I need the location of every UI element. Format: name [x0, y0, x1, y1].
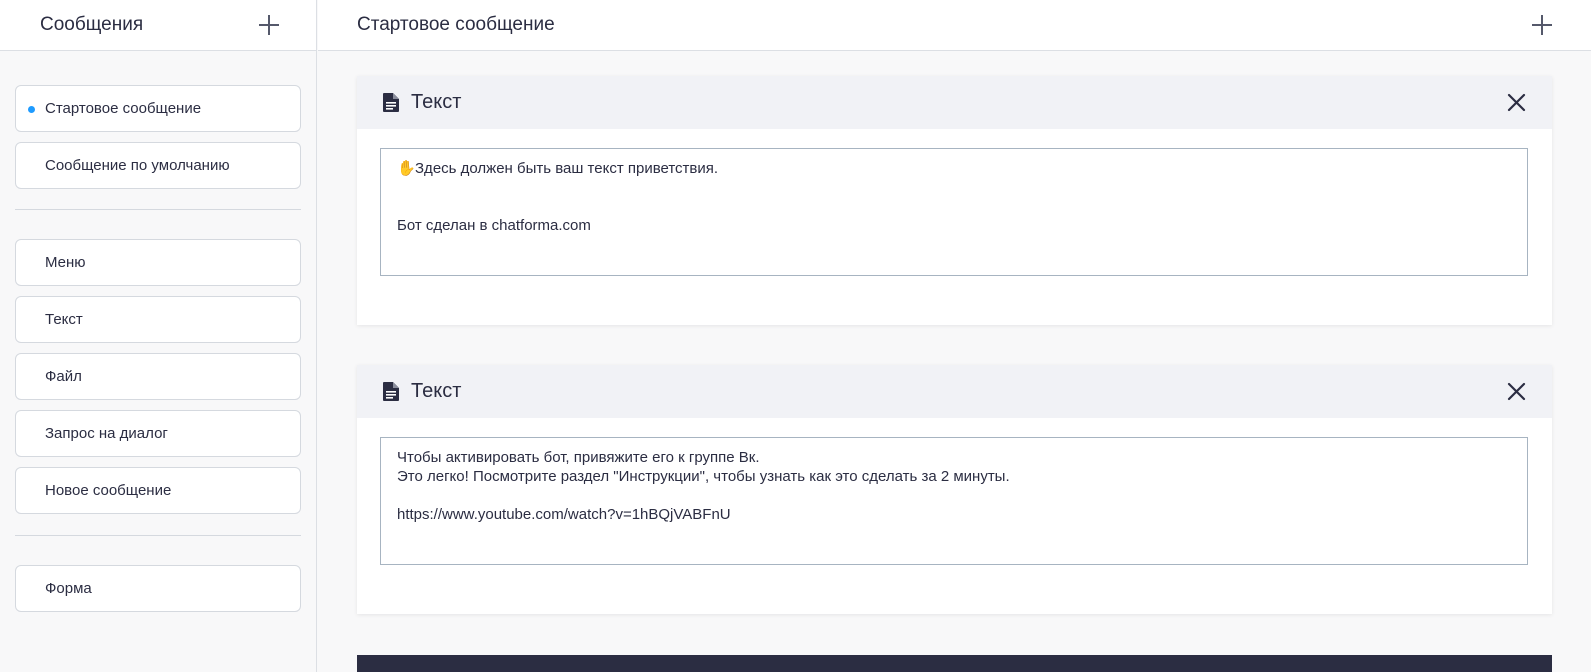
waving-hand-emoji: ✋	[397, 160, 416, 177]
document-icon	[383, 93, 399, 112]
sidebar-divider	[15, 209, 301, 210]
sidebar-item-label: Форма	[45, 580, 92, 597]
sidebar-item-new-message[interactable]: Новое сообщение	[15, 467, 301, 514]
sidebar-item-file[interactable]: Файл	[15, 353, 301, 400]
close-icon[interactable]	[1507, 93, 1526, 112]
sidebar-item-text[interactable]: Текст	[15, 296, 301, 343]
card-header: Текст	[357, 365, 1552, 418]
main-header: Стартовое сообщение	[318, 0, 1591, 51]
sidebar-item-label: Файл	[45, 368, 82, 385]
sidebar-item-default-message[interactable]: Сообщение по умолчанию	[15, 142, 301, 189]
sidebar-item-label: Новое сообщение	[45, 482, 172, 499]
next-block-card-edge	[357, 655, 1552, 672]
add-block-icon[interactable]	[1531, 14, 1553, 36]
sidebar-title: Сообщения	[40, 14, 144, 35]
message-text-input[interactable]: ✋Здесь должен быть ваш текст приветствия…	[380, 148, 1528, 276]
sidebar-item-form[interactable]: Форма	[15, 565, 301, 612]
sidebar: Сообщения Стартовое сообщение Сообщение …	[0, 0, 317, 672]
message-text: Чтобы активировать бот, привяжите его к …	[397, 449, 1010, 523]
sidebar-item-label: Сообщение по умолчанию	[45, 157, 230, 174]
main-panel: Стартовое сообщение Текст ✋Здесь должен …	[318, 0, 1591, 672]
text-block-card: Текст Чтобы активировать бот, привяжите …	[357, 365, 1552, 614]
document-icon	[383, 382, 399, 401]
card-title: Текст	[411, 91, 462, 113]
close-icon[interactable]	[1507, 382, 1526, 401]
card-header: Текст	[357, 76, 1552, 129]
sidebar-divider	[15, 535, 301, 536]
sidebar-item-label: Меню	[45, 254, 86, 271]
text-block-card: Текст ✋Здесь должен быть ваш текст приве…	[357, 76, 1552, 325]
message-text-input[interactable]: Чтобы активировать бот, привяжите его к …	[380, 437, 1528, 565]
add-message-icon[interactable]	[258, 14, 280, 36]
sidebar-item-dialog-request[interactable]: Запрос на диалог	[15, 410, 301, 457]
sidebar-item-label: Текст	[45, 311, 83, 328]
active-indicator-dot	[28, 106, 35, 113]
card-title: Текст	[411, 380, 462, 402]
sidebar-header: Сообщения	[0, 0, 316, 51]
sidebar-item-menu[interactable]: Меню	[15, 239, 301, 286]
sidebar-item-label: Стартовое сообщение	[45, 100, 202, 117]
message-text: Здесь должен быть ваш текст приветствия.…	[397, 160, 719, 234]
sidebar-item-start-message[interactable]: Стартовое сообщение	[15, 85, 301, 132]
page-title: Стартовое сообщение	[357, 14, 555, 35]
sidebar-item-label: Запрос на диалог	[45, 425, 168, 442]
